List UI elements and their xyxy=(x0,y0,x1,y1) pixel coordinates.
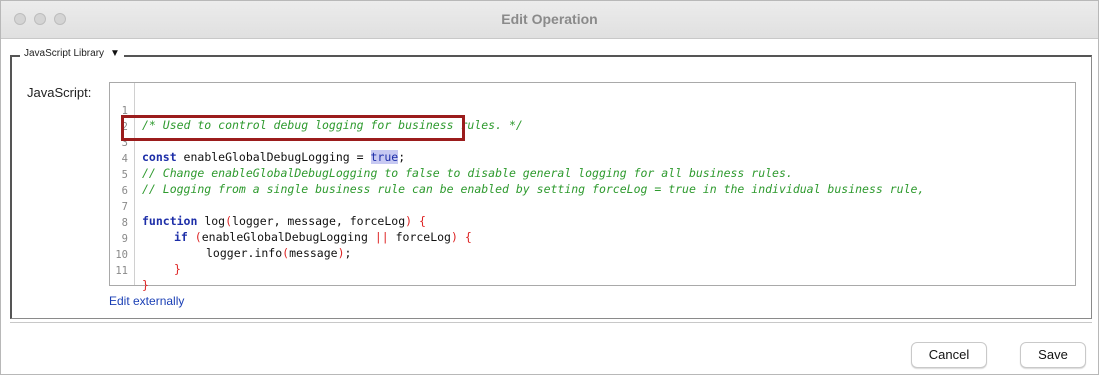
code-line[interactable]: 8 if (enableGlobalDebugLogging || forceL… xyxy=(110,202,1075,244)
edit-operation-window: Edit Operation JavaScript Library ▼ Java… xyxy=(0,0,1099,375)
library-dropdown[interactable]: JavaScript Library ▼ xyxy=(20,48,124,59)
code-line[interactable]: 9 logger.info(message); xyxy=(110,218,1075,260)
code-line[interactable]: 5 // Logging from a single business rule… xyxy=(110,154,1075,196)
code-editor[interactable]: 1 /* Used to control debug logging for b… xyxy=(109,82,1076,292)
line-number: 11 xyxy=(115,265,128,277)
code-line[interactable]: 6 xyxy=(110,170,1075,197)
brace-token: } xyxy=(142,278,149,292)
dropdown-arrow-icon[interactable]: ▼ xyxy=(110,48,120,59)
cancel-button[interactable]: Cancel xyxy=(911,342,987,368)
title-bar: Edit Operation xyxy=(1,1,1098,39)
library-dropdown-label: JavaScript Library xyxy=(24,48,105,59)
highlight-annotation-box xyxy=(121,115,465,141)
brace-token: } xyxy=(174,262,181,276)
code-line[interactable]: 10 } xyxy=(110,234,1075,276)
save-button[interactable]: Save xyxy=(1020,342,1086,368)
code-line[interactable]: 1 /* Used to control debug logging for b… xyxy=(110,90,1075,132)
editor-label: JavaScript: xyxy=(27,85,92,100)
window-title: Edit Operation xyxy=(501,11,598,27)
code-line[interactable]: 7 function log(logger, message, forceLog… xyxy=(110,186,1075,228)
edit-externally-link[interactable]: Edit externally xyxy=(109,294,184,308)
code-line[interactable]: 11 } xyxy=(110,250,1075,292)
divider xyxy=(10,322,1092,323)
